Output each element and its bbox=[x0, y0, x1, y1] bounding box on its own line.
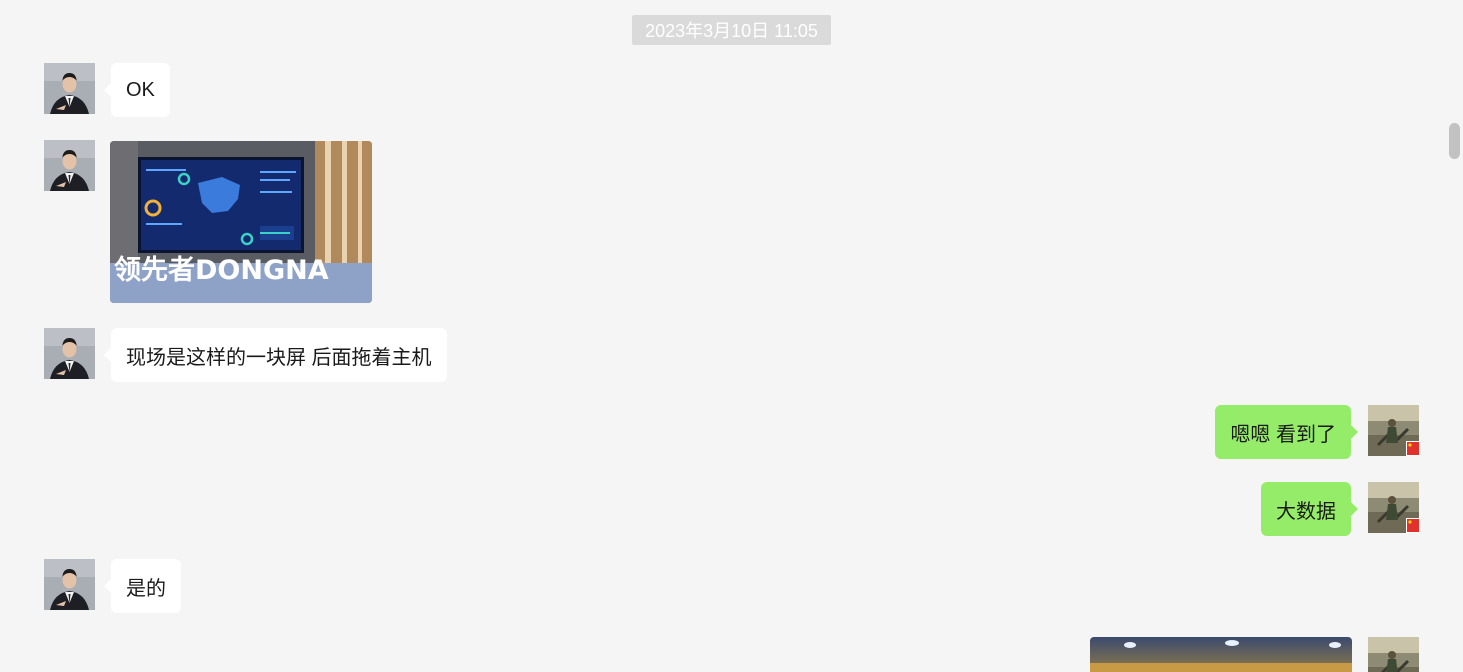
message-timestamp: 2023年3月10日 11:05 bbox=[632, 15, 831, 45]
contact-avatar[interactable] bbox=[44, 140, 95, 191]
message-text: 现场是这样的一块屏 后面拖着主机 bbox=[126, 346, 432, 369]
message-text: OK bbox=[126, 78, 155, 101]
outgoing-message-bubble[interactable]: 大数据 bbox=[1261, 482, 1358, 536]
image-sign-text: 领先者DONGNA bbox=[114, 255, 329, 286]
my-avatar[interactable] bbox=[1368, 637, 1419, 672]
contact-avatar[interactable] bbox=[44, 328, 95, 379]
scrollbar-thumb[interactable] bbox=[1449, 123, 1460, 159]
contact-avatar[interactable] bbox=[44, 63, 95, 114]
message-text: 是的 bbox=[126, 577, 166, 600]
my-avatar[interactable] bbox=[1368, 482, 1419, 533]
message-text: 嗯嗯 看到了 bbox=[1230, 423, 1336, 446]
message-text: 大数据 bbox=[1276, 500, 1336, 523]
contact-avatar[interactable] bbox=[44, 559, 95, 610]
incoming-message-bubble[interactable]: OK bbox=[104, 63, 170, 117]
outgoing-image-message[interactable] bbox=[1090, 637, 1352, 672]
incoming-message-bubble[interactable]: 现场是这样的一块屏 后面拖着主机 bbox=[104, 328, 447, 382]
my-avatar[interactable] bbox=[1368, 405, 1419, 456]
incoming-image-message[interactable]: 领先者DONGNA bbox=[110, 141, 372, 303]
outgoing-message-bubble[interactable]: 嗯嗯 看到了 bbox=[1215, 405, 1358, 459]
incoming-message-bubble[interactable]: 是的 bbox=[104, 559, 181, 613]
